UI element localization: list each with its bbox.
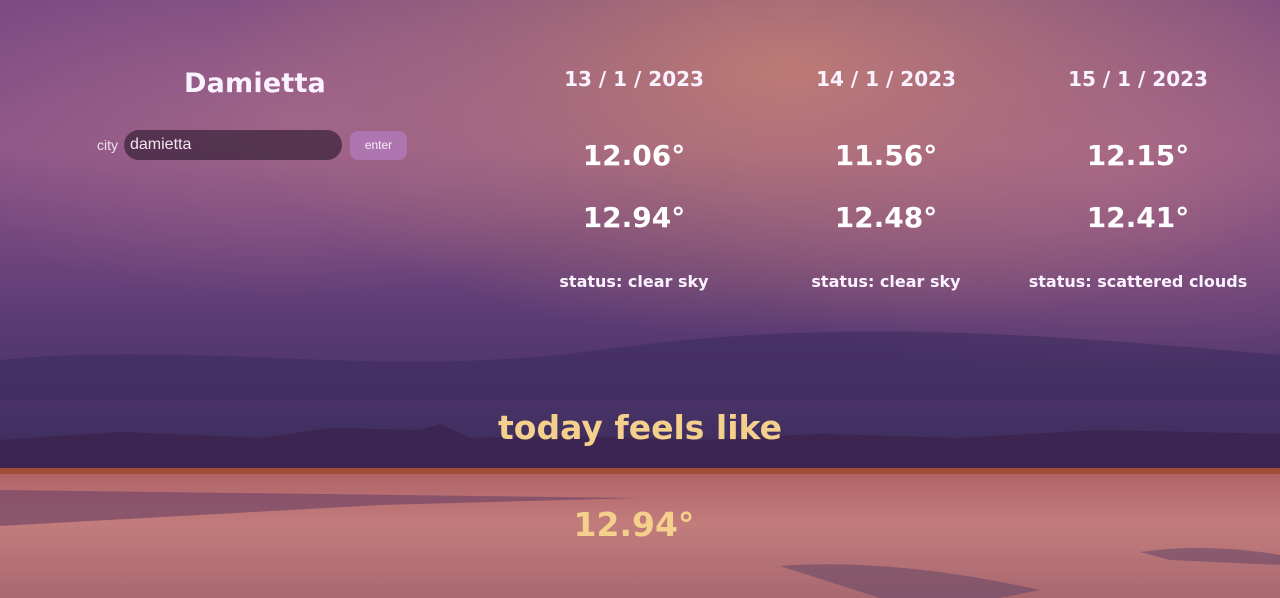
forecast-date: 13 / 1 / 2023 bbox=[564, 67, 704, 91]
forecast-temp-min: 12.94° bbox=[582, 201, 686, 234]
forecast-day-1: 13 / 1 / 2023 12.06° 12.94° status: clea… bbox=[514, 64, 754, 294]
forecast-temp-min: 12.48° bbox=[834, 201, 938, 234]
enter-button[interactable]: enter bbox=[350, 130, 407, 160]
city-input-label: city bbox=[97, 137, 118, 153]
forecast-temp-max: 11.56° bbox=[834, 139, 938, 172]
forecast-status: status: scattered clouds bbox=[1028, 272, 1248, 291]
today-feels-like-value: 12.94° bbox=[573, 505, 695, 544]
forecast-status: status: clear sky bbox=[559, 272, 709, 291]
forecast-temp-min: 12.41° bbox=[1086, 201, 1190, 234]
city-title: Damietta bbox=[184, 68, 326, 99]
city-search-form: city enter bbox=[97, 129, 427, 161]
today-feels-like-heading: today feels like bbox=[498, 408, 782, 447]
forecast-temp-max: 12.06° bbox=[582, 139, 686, 172]
forecast-date: 15 / 1 / 2023 bbox=[1068, 67, 1208, 91]
city-input[interactable] bbox=[124, 130, 342, 160]
forecast-day-2: 14 / 1 / 2023 11.56° 12.48° status: clea… bbox=[766, 64, 1006, 294]
forecast-date: 14 / 1 / 2023 bbox=[816, 67, 956, 91]
forecast-temp-max: 12.15° bbox=[1086, 139, 1190, 172]
forecast-day-3: 15 / 1 / 2023 12.15° 12.41° status: scat… bbox=[1018, 64, 1258, 294]
forecast-status: status: clear sky bbox=[811, 272, 961, 291]
